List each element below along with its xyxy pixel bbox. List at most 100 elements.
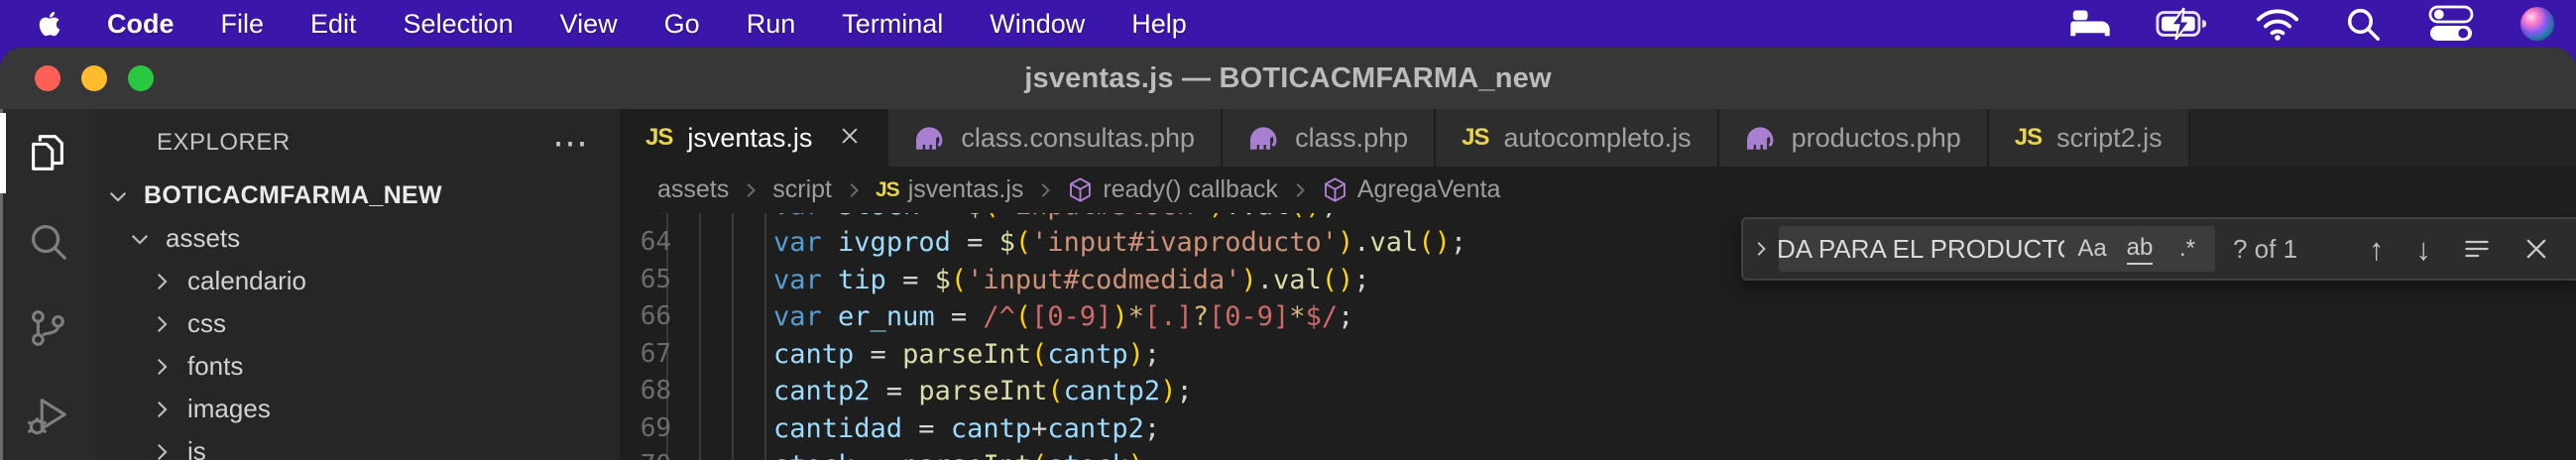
chevron-right-icon <box>149 397 175 422</box>
php-file-icon <box>914 125 946 152</box>
line-number: 68 <box>620 373 671 410</box>
menu-bar-status-icons <box>2068 5 2576 43</box>
next-match-icon[interactable]: ↓ <box>2416 234 2432 265</box>
breadcrumb-separator-icon <box>843 179 865 201</box>
wifi-icon[interactable] <box>2255 6 2300 42</box>
chevron-down-icon <box>127 226 153 252</box>
breadcrumb-item[interactable]: script <box>772 175 832 204</box>
zoom-button[interactable] <box>128 65 154 91</box>
find-input[interactable]: DA PARA EL PRODUCTO Aa ab .* <box>1779 226 2215 272</box>
breadcrumb-separator-icon <box>1034 179 1056 201</box>
breadcrumb-item[interactable]: assets <box>657 175 729 204</box>
find-in-selection-icon[interactable] <box>2463 235 2491 263</box>
macos-menu-bar: Code File Edit Selection View Go Run Terminal Wi… <box>0 0 2576 48</box>
window-title-bar[interactable]: jsventas.js — BOTICACMFARMA_new <box>0 48 2576 109</box>
menu-view[interactable]: View <box>560 9 618 40</box>
chevron-down-icon <box>105 183 131 209</box>
code-line-67[interactable]: 67cantp = parseInt(cantp); <box>620 336 2576 374</box>
sleep-icon[interactable] <box>2068 8 2112 40</box>
find-results-count: ? of 1 <box>2233 234 2297 265</box>
line-number: 70 <box>620 447 671 460</box>
js-file-icon: JS <box>645 124 672 152</box>
menu-help[interactable]: Help <box>1131 9 1187 40</box>
tree-item-images[interactable]: images <box>95 388 620 430</box>
chevron-right-icon <box>149 354 175 380</box>
code-line-68[interactable]: 68cantp2 = parseInt(cantp2); <box>620 373 2576 410</box>
symbol-icon <box>1322 176 1348 203</box>
file-tree: BOTICACMFARMA_NEWassetscalendariocssfont… <box>95 174 620 460</box>
use-regex-icon[interactable]: .* <box>2166 229 2209 269</box>
code-line-70[interactable]: 70stock = parseInt(stock); <box>620 447 2576 460</box>
line-number: 69 <box>620 410 671 448</box>
explorer-title: EXPLORER <box>157 129 291 157</box>
menu-terminal[interactable]: Terminal <box>842 9 943 40</box>
line-number: 67 <box>620 336 671 374</box>
activity-source-control-icon[interactable] <box>0 285 95 373</box>
breadcrumb-item[interactable]: AgregaVenta <box>1322 175 1501 204</box>
activity-search-icon[interactable] <box>0 197 95 286</box>
window-title: jsventas.js — BOTICACMFARMA_new <box>0 62 2576 95</box>
menu-code[interactable]: Code <box>107 9 175 40</box>
activity-bar <box>0 109 95 460</box>
match-case-icon[interactable]: Aa <box>2070 229 2114 269</box>
battery-charging-icon[interactable] <box>2156 6 2211 42</box>
whole-word-icon[interactable]: ab <box>2118 229 2162 269</box>
menu-selection[interactable]: Selection <box>404 9 514 40</box>
breadcrumb-item[interactable]: JSjsventas.js <box>876 175 1023 204</box>
menu-file[interactable]: File <box>221 9 265 40</box>
menu-run[interactable]: Run <box>747 9 796 40</box>
vscode-window: jsventas.js — BOTICACMFARMA_new EXPLORER… <box>0 48 2576 460</box>
toggle-replace-icon[interactable] <box>1743 219 1779 279</box>
tab-productos-php[interactable]: productos.php <box>1719 109 1989 167</box>
line-number: 65 <box>620 262 671 299</box>
menu-window[interactable]: Window <box>990 9 1085 40</box>
control-center-icon[interactable] <box>2425 5 2477 43</box>
apple-menu-icon[interactable] <box>38 10 61 38</box>
find-controls: ↑ ↓ <box>2369 234 2576 265</box>
tab-script2-js[interactable]: JSscript2.js <box>1989 109 2190 167</box>
line-number: 66 <box>620 298 671 336</box>
tree-item-assets[interactable]: assets <box>95 217 620 260</box>
activity-explorer-icon[interactable] <box>0 109 95 197</box>
editor-group: JSjsventas.jsclass.consultas.phpclass.ph… <box>620 109 2576 460</box>
js-file-icon: JS <box>2015 124 2042 152</box>
spotlight-search-icon[interactable] <box>2344 5 2382 43</box>
js-file-icon: JS <box>1462 124 1488 152</box>
tab-class-consultas-php[interactable]: class.consultas.php <box>888 109 1223 167</box>
activity-run-and-debug-icon[interactable] <box>0 373 95 460</box>
code-editor[interactable]: 63var stock = $('input#stock').val();64v… <box>620 213 2576 460</box>
screen: Code File Edit Selection View Go Run Terminal Wi… <box>0 0 2576 460</box>
menu-go[interactable]: Go <box>664 9 700 40</box>
find-options: Aa ab .* <box>2070 229 2209 269</box>
breadcrumb-separator-icon <box>1289 179 1311 201</box>
symbol-icon <box>1067 176 1094 203</box>
tab-jsventas-js[interactable]: JSjsventas.js <box>620 109 888 167</box>
explorer-sidebar: EXPLORER ⋯ BOTICACMFARMA_NEWassetscalend… <box>95 109 620 460</box>
workbench: EXPLORER ⋯ BOTICACMFARMA_NEWassetscalend… <box>0 109 2576 460</box>
tree-item-css[interactable]: css <box>95 302 620 345</box>
js-file-icon: JS <box>876 178 899 202</box>
tab-class-php[interactable]: class.php <box>1223 109 1436 167</box>
tree-item-js[interactable]: js <box>95 430 620 460</box>
close-tab-icon[interactable] <box>839 123 861 154</box>
menu-edit[interactable]: Edit <box>310 9 357 40</box>
tab-bar: JSjsventas.jsclass.consultas.phpclass.ph… <box>620 109 2576 167</box>
app-menu-items: Code File Edit Selection View Go Run Terminal Wi… <box>107 9 1187 40</box>
tree-item-boticacmfarma_new[interactable]: BOTICACMFARMA_NEW <box>95 174 620 217</box>
breadcrumb-separator-icon <box>740 179 761 201</box>
breadcrumb: assets script JSjsventas.js ready() callbac… <box>620 167 2576 213</box>
close-button[interactable] <box>35 65 60 91</box>
previous-match-icon[interactable]: ↑ <box>2369 234 2385 265</box>
close-find-icon[interactable] <box>2522 235 2550 263</box>
tree-item-fonts[interactable]: fonts <box>95 345 620 388</box>
php-file-icon <box>1248 125 1280 152</box>
line-number: 64 <box>620 224 671 262</box>
siri-icon[interactable] <box>2520 7 2554 41</box>
breadcrumb-item[interactable]: ready() callback <box>1067 175 1277 204</box>
tab-autocompleto-js[interactable]: JSautocompleto.js <box>1436 109 1718 167</box>
explorer-header: EXPLORER ⋯ <box>95 109 620 161</box>
minimize-button[interactable] <box>81 65 107 91</box>
tree-item-calendario[interactable]: calendario <box>95 260 620 302</box>
code-line-66[interactable]: 66var er_num = /^([0-9])*[.]?[0-9]*$/; <box>620 298 2576 336</box>
code-line-69[interactable]: 69cantidad = cantp+cantp2; <box>620 410 2576 448</box>
